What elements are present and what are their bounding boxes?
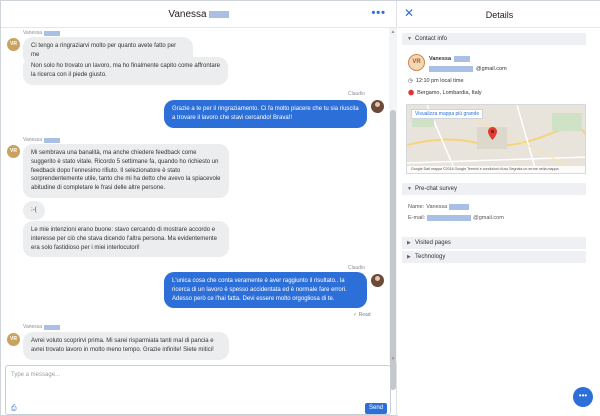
details-header: ✕ Details <box>398 1 600 28</box>
message-bubble-incoming: Le mie intenzioni erano buone: stavo cer… <box>23 221 229 258</box>
chevron-right-icon: ▶ <box>407 254 411 260</box>
message-input[interactable]: Type a message... <box>11 372 60 378</box>
section-visited-pages[interactable]: ▶ Visited pages <box>402 237 586 249</box>
avatar <box>371 100 384 113</box>
message-composer[interactable]: Type a message... ⎙ Send <box>5 365 391 415</box>
contact-email: @gmail.com <box>429 66 507 72</box>
message-list[interactable]: Vanessa VR Ci tengo a ringraziarvi molto… <box>1 28 389 363</box>
message-bubble-outgoing: Grazie a te per il ringraziamento. Ci fa… <box>164 100 367 128</box>
message-bubble-outgoing: L'unica cosa che conta veramente è aver … <box>164 272 367 309</box>
chevron-right-icon: ▶ <box>407 240 411 246</box>
contact-name: Vanessa <box>429 56 471 62</box>
sender-name: Vanessa <box>23 137 61 143</box>
location-map[interactable]: Visualizza mappa più grande Google Dati … <box>406 104 586 174</box>
message-bubble-incoming: :-( <box>23 201 45 220</box>
survey-name: Name: Vanessa <box>408 204 470 210</box>
map-marker-icon <box>488 127 497 140</box>
chat-launcher-button[interactable]: ••• <box>573 387 593 407</box>
attachment-icon[interactable]: ⎙ <box>11 405 17 413</box>
map-footer: Google Dati mappa ©2018 Google Termini e… <box>407 166 585 173</box>
chat-panel: Vanessa ••• Vanessa VR Ci tengo a ringra… <box>1 1 397 416</box>
read-receipt: ✓ Read <box>353 312 371 318</box>
message-scrollbar[interactable]: ▲ ▼ <box>389 28 397 390</box>
send-button[interactable]: Send <box>365 403 387 414</box>
avatar: VR <box>7 333 20 346</box>
section-technology[interactable]: ▶ Technology <box>402 251 586 263</box>
section-contact-info[interactable]: ▼ Contact info <box>402 33 586 45</box>
chat-header: Vanessa ••• <box>1 1 396 28</box>
contact-avatar: VR <box>408 54 425 71</box>
app-window: Vanessa ••• Vanessa VR Ci tengo a ringra… <box>0 0 600 416</box>
avatar <box>371 274 384 287</box>
clock-icon: ◷ <box>408 78 413 84</box>
avatar: VR <box>7 38 20 51</box>
details-panel: ✕ Details ▼ Contact info VR Vanessa @gmai… <box>398 1 600 416</box>
sender-name: Vanessa <box>23 30 61 36</box>
location: ⬤ Bergamo, Lombardia, Italy <box>408 90 482 96</box>
avatar: VR <box>7 145 20 158</box>
details-title: Details <box>485 10 514 20</box>
message-bubble-incoming: Non solo ho trovato un lavoro, ma ho fin… <box>23 57 228 85</box>
location-pin-icon: ⬤ <box>408 90 415 96</box>
scroll-up-arrow-icon[interactable]: ▲ <box>389 28 397 36</box>
survey-email: E-mail: @gmail.com <box>408 215 504 221</box>
message-bubble-incoming: Avrei voluto scoprirvi prima. Mi sarei r… <box>23 332 229 360</box>
local-time: ◷ 12:10 pm local time <box>408 78 464 84</box>
scroll-thumb[interactable] <box>390 110 396 390</box>
redacted-surname <box>208 10 229 18</box>
sender-name: Claudio <box>348 265 365 271</box>
scroll-down-arrow-icon[interactable]: ▼ <box>389 355 397 363</box>
sender-name: Claudio <box>348 91 365 97</box>
chevron-down-icon: ▼ <box>407 36 412 42</box>
enlarge-map-button[interactable]: Visualizza mappa più grande <box>411 109 484 119</box>
chevron-down-icon: ▼ <box>407 186 412 192</box>
chat-title: Vanessa <box>168 9 229 20</box>
message-bubble-incoming: Mi sembrava una banalità, ma anche chied… <box>23 144 229 198</box>
more-options-icon[interactable]: ••• <box>371 8 386 19</box>
sender-name: Vanessa <box>23 324 61 330</box>
section-pre-chat-survey[interactable]: ▼ Pre-chat survey <box>402 183 586 195</box>
